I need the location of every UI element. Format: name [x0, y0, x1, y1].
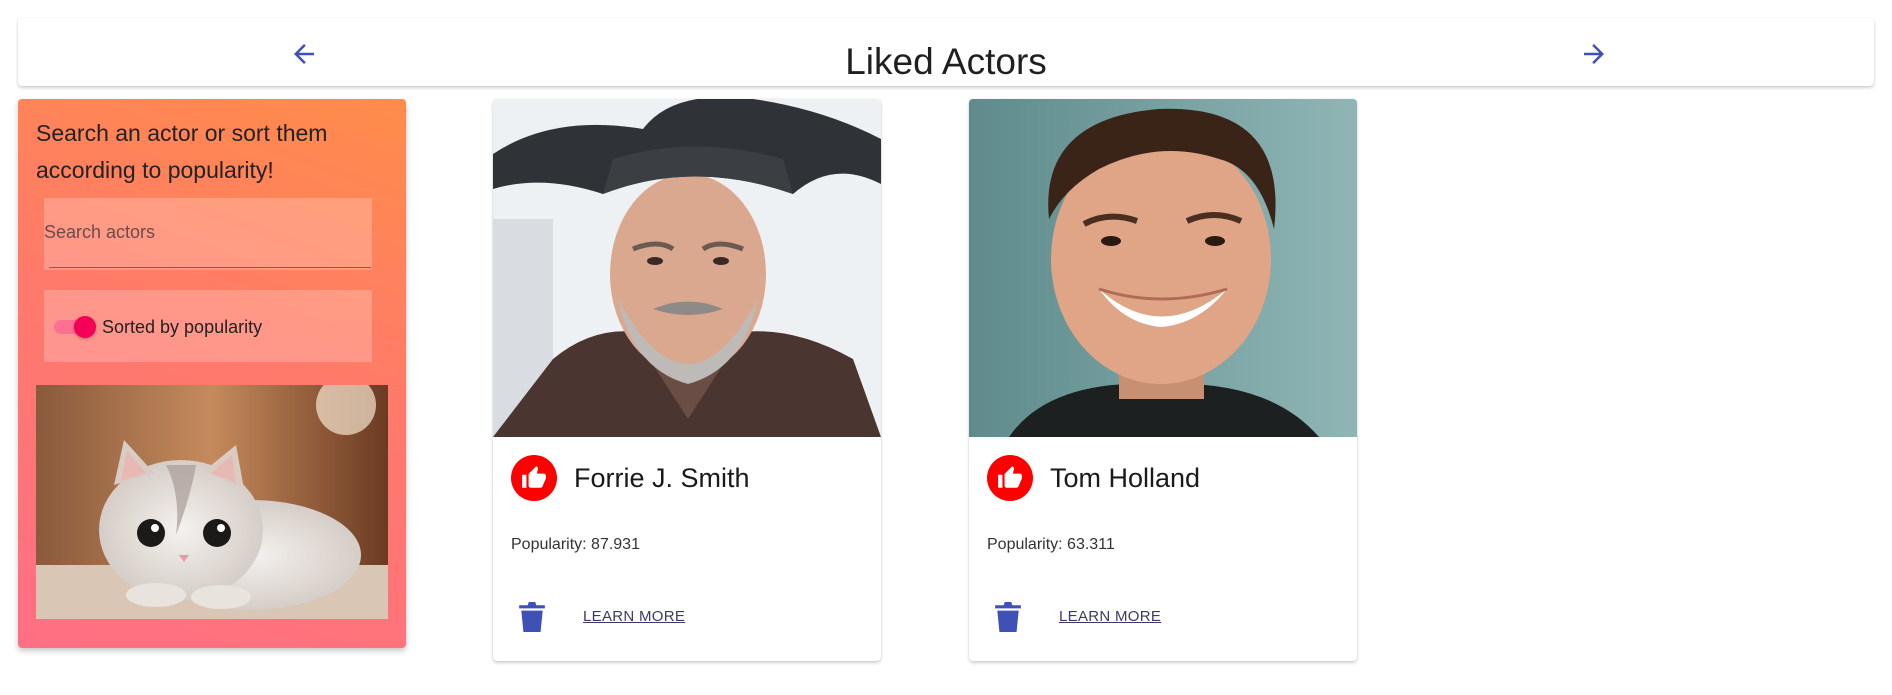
filter-sidebar: Search an actor or sort them according t…: [18, 99, 406, 648]
next-page-button[interactable]: [1572, 32, 1616, 76]
actor-photo: [493, 99, 881, 437]
actor-popularity: Popularity: 87.931: [511, 536, 640, 553]
kitten-image: [36, 385, 388, 619]
actor-card: Tom Holland Popularity: 63.311 LEARN MOR…: [969, 99, 1357, 661]
switch-thumb: [74, 316, 96, 338]
search-field: [44, 198, 372, 270]
trash-icon: [995, 602, 1021, 632]
delete-button[interactable]: [995, 602, 1021, 632]
learn-more-link[interactable]: LEARN MORE: [583, 608, 685, 625]
search-input[interactable]: [44, 212, 366, 252]
sort-toggle-label: Sorted by popularity: [102, 317, 263, 337]
arrow-forward-icon: [1584, 44, 1604, 64]
thumb-up-icon: [522, 466, 546, 488]
actor-name: Tom Holland: [1050, 463, 1201, 493]
delete-button[interactable]: [519, 602, 545, 632]
like-button[interactable]: [511, 455, 557, 501]
search-underline: [49, 267, 371, 268]
thumb-up-icon: [998, 466, 1022, 488]
sort-toggle-field: Sorted by popularity: [44, 290, 372, 362]
learn-more-link[interactable]: LEARN MORE: [1059, 608, 1161, 625]
actor-popularity: Popularity: 63.311: [987, 536, 1115, 553]
actor-name: Forrie J. Smith: [574, 463, 750, 493]
app-bar: Liked Actors: [18, 18, 1874, 86]
like-button[interactable]: [987, 455, 1033, 501]
actor-card: Forrie J. Smith Popularity: 87.931 LEARN…: [493, 99, 881, 661]
sort-popularity-switch[interactable]: [50, 316, 96, 338]
sidebar-intro-text: Search an actor or sort them according t…: [36, 120, 328, 183]
actor-photo: [969, 99, 1357, 437]
trash-icon: [519, 602, 545, 632]
